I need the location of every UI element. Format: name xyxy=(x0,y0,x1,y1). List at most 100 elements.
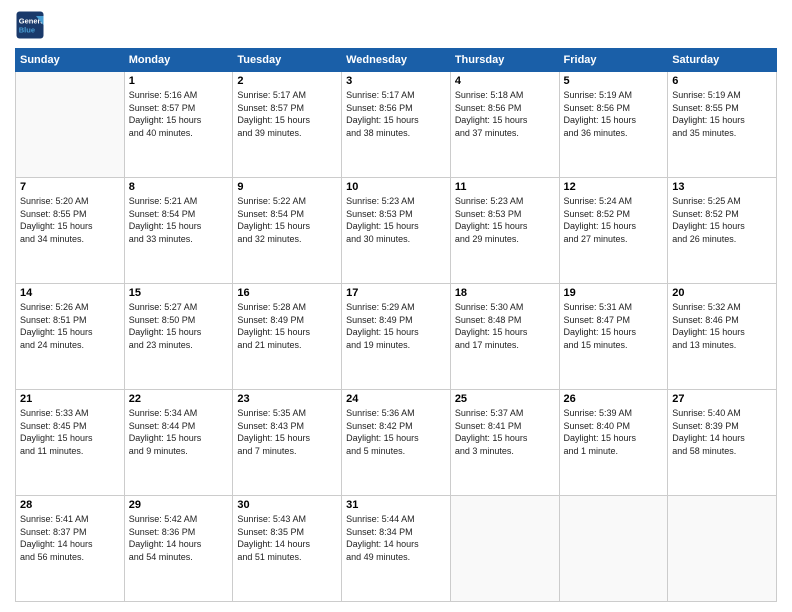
day-number: 6 xyxy=(672,75,772,87)
weekday-header-row: SundayMondayTuesdayWednesdayThursdayFrid… xyxy=(16,49,777,72)
weekday-header-monday: Monday xyxy=(124,49,233,72)
day-info: Sunrise: 5:31 AM Sunset: 8:47 PM Dayligh… xyxy=(564,301,664,351)
day-info: Sunrise: 5:17 AM Sunset: 8:56 PM Dayligh… xyxy=(346,89,446,139)
day-number: 30 xyxy=(237,499,337,511)
calendar-cell: 11 Sunrise: 5:23 AM Sunset: 8:53 PM Dayli… xyxy=(450,178,559,284)
day-number: 21 xyxy=(20,393,120,405)
day-info: Sunrise: 5:26 AM Sunset: 8:51 PM Dayligh… xyxy=(20,301,120,351)
day-info: Sunrise: 5:32 AM Sunset: 8:46 PM Dayligh… xyxy=(672,301,772,351)
day-info: Sunrise: 5:19 AM Sunset: 8:55 PM Dayligh… xyxy=(672,89,772,139)
calendar-cell: 17 Sunrise: 5:29 AM Sunset: 8:49 PM Dayli… xyxy=(342,284,451,390)
day-info: Sunrise: 5:28 AM Sunset: 8:49 PM Dayligh… xyxy=(237,301,337,351)
day-info: Sunrise: 5:23 AM Sunset: 8:53 PM Dayligh… xyxy=(455,195,555,245)
day-number: 28 xyxy=(20,499,120,511)
day-info: Sunrise: 5:16 AM Sunset: 8:57 PM Dayligh… xyxy=(129,89,229,139)
day-number: 29 xyxy=(129,499,229,511)
calendar-cell: 7Sunrise: 5:20 AM Sunset: 8:55 PM Daylig… xyxy=(16,178,125,284)
day-info: Sunrise: 5:37 AM Sunset: 8:41 PM Dayligh… xyxy=(455,407,555,457)
week-row-1: 7Sunrise: 5:20 AM Sunset: 8:55 PM Daylig… xyxy=(16,178,777,284)
calendar-cell: 27 Sunrise: 5:40 AM Sunset: 8:39 PM Dayli… xyxy=(668,390,777,496)
day-info: Sunrise: 5:21 AM Sunset: 8:54 PM Dayligh… xyxy=(129,195,229,245)
day-number: 3 xyxy=(346,75,446,87)
calendar-cell: 30 Sunrise: 5:43 AM Sunset: 8:35 PM Dayli… xyxy=(233,496,342,602)
day-info: Sunrise: 5:35 AM Sunset: 8:43 PM Dayligh… xyxy=(237,407,337,457)
calendar-cell: 19 Sunrise: 5:31 AM Sunset: 8:47 PM Dayli… xyxy=(559,284,668,390)
calendar-cell: 24 Sunrise: 5:36 AM Sunset: 8:42 PM Dayli… xyxy=(342,390,451,496)
day-number: 5 xyxy=(564,75,664,87)
week-row-3: 21 Sunrise: 5:33 AM Sunset: 8:45 PM Dayli… xyxy=(16,390,777,496)
day-number: 22 xyxy=(129,393,229,405)
calendar-cell: 1 Sunrise: 5:16 AM Sunset: 8:57 PM Daylig… xyxy=(124,72,233,178)
day-number: 19 xyxy=(564,287,664,299)
weekday-header-saturday: Saturday xyxy=(668,49,777,72)
calendar-cell: 25 Sunrise: 5:37 AM Sunset: 8:41 PM Dayli… xyxy=(450,390,559,496)
day-info: Sunrise: 5:44 AM Sunset: 8:34 PM Dayligh… xyxy=(346,513,446,563)
day-number: 24 xyxy=(346,393,446,405)
calendar-cell: 26 Sunrise: 5:39 AM Sunset: 8:40 PM Dayli… xyxy=(559,390,668,496)
calendar-cell: 6 Sunrise: 5:19 AM Sunset: 8:55 PM Daylig… xyxy=(668,72,777,178)
day-info: Sunrise: 5:25 AM Sunset: 8:52 PM Dayligh… xyxy=(672,195,772,245)
day-number: 17 xyxy=(346,287,446,299)
day-info: Sunrise: 5:17 AM Sunset: 8:57 PM Dayligh… xyxy=(237,89,337,139)
day-number: 1 xyxy=(129,75,229,87)
day-number: 8 xyxy=(129,181,229,193)
weekday-header-thursday: Thursday xyxy=(450,49,559,72)
day-number: 9 xyxy=(237,181,337,193)
day-number: 27 xyxy=(672,393,772,405)
day-info: Sunrise: 5:42 AM Sunset: 8:36 PM Dayligh… xyxy=(129,513,229,563)
day-info: Sunrise: 5:33 AM Sunset: 8:45 PM Dayligh… xyxy=(20,407,120,457)
calendar-cell: 4Sunrise: 5:18 AM Sunset: 8:56 PM Daylig… xyxy=(450,72,559,178)
calendar-page: General Blue SundayMondayTuesdayWednesda… xyxy=(0,0,792,612)
calendar-cell: 21 Sunrise: 5:33 AM Sunset: 8:45 PM Dayli… xyxy=(16,390,125,496)
calendar-cell: 5 Sunrise: 5:19 AM Sunset: 8:56 PM Daylig… xyxy=(559,72,668,178)
day-number: 15 xyxy=(129,287,229,299)
calendar-cell: 2Sunrise: 5:17 AM Sunset: 8:57 PM Daylig… xyxy=(233,72,342,178)
day-info: Sunrise: 5:27 AM Sunset: 8:50 PM Dayligh… xyxy=(129,301,229,351)
day-info: Sunrise: 5:41 AM Sunset: 8:37 PM Dayligh… xyxy=(20,513,120,563)
calendar-cell: 12 Sunrise: 5:24 AM Sunset: 8:52 PM Dayli… xyxy=(559,178,668,284)
day-number: 16 xyxy=(237,287,337,299)
calendar-cell: 31 Sunrise: 5:44 AM Sunset: 8:34 PM Dayli… xyxy=(342,496,451,602)
day-number: 26 xyxy=(564,393,664,405)
calendar-cell: 13 Sunrise: 5:25 AM Sunset: 8:52 PM Dayli… xyxy=(668,178,777,284)
day-info: Sunrise: 5:24 AM Sunset: 8:52 PM Dayligh… xyxy=(564,195,664,245)
calendar-cell: 9 Sunrise: 5:22 AM Sunset: 8:54 PM Daylig… xyxy=(233,178,342,284)
day-info: Sunrise: 5:43 AM Sunset: 8:35 PM Dayligh… xyxy=(237,513,337,563)
calendar-cell: 10Sunrise: 5:23 AM Sunset: 8:53 PM Dayli… xyxy=(342,178,451,284)
calendar-cell xyxy=(450,496,559,602)
day-info: Sunrise: 5:18 AM Sunset: 8:56 PM Dayligh… xyxy=(455,89,555,139)
day-number: 13 xyxy=(672,181,772,193)
day-info: Sunrise: 5:36 AM Sunset: 8:42 PM Dayligh… xyxy=(346,407,446,457)
calendar-cell: 20Sunrise: 5:32 AM Sunset: 8:46 PM Dayli… xyxy=(668,284,777,390)
calendar-cell: 3 Sunrise: 5:17 AM Sunset: 8:56 PM Daylig… xyxy=(342,72,451,178)
header: General Blue xyxy=(15,10,777,40)
day-number: 11 xyxy=(455,181,555,193)
day-number: 10 xyxy=(346,181,446,193)
day-number: 18 xyxy=(455,287,555,299)
weekday-header-sunday: Sunday xyxy=(16,49,125,72)
weekday-header-friday: Friday xyxy=(559,49,668,72)
calendar-cell: 16 Sunrise: 5:28 AM Sunset: 8:49 PM Dayli… xyxy=(233,284,342,390)
day-info: Sunrise: 5:39 AM Sunset: 8:40 PM Dayligh… xyxy=(564,407,664,457)
day-info: Sunrise: 5:19 AM Sunset: 8:56 PM Dayligh… xyxy=(564,89,664,139)
day-number: 23 xyxy=(237,393,337,405)
day-info: Sunrise: 5:30 AM Sunset: 8:48 PM Dayligh… xyxy=(455,301,555,351)
week-row-4: 28 Sunrise: 5:41 AM Sunset: 8:37 PM Dayli… xyxy=(16,496,777,602)
calendar-table: SundayMondayTuesdayWednesdayThursdayFrid… xyxy=(15,48,777,602)
calendar-cell xyxy=(16,72,125,178)
calendar-cell: 14 Sunrise: 5:26 AM Sunset: 8:51 PM Dayli… xyxy=(16,284,125,390)
day-number: 12 xyxy=(564,181,664,193)
day-number: 31 xyxy=(346,499,446,511)
day-info: Sunrise: 5:34 AM Sunset: 8:44 PM Dayligh… xyxy=(129,407,229,457)
svg-text:Blue: Blue xyxy=(19,26,35,35)
logo: General Blue xyxy=(15,10,45,40)
day-info: Sunrise: 5:29 AM Sunset: 8:49 PM Dayligh… xyxy=(346,301,446,351)
day-number: 14 xyxy=(20,287,120,299)
calendar-cell: 23 Sunrise: 5:35 AM Sunset: 8:43 PM Dayli… xyxy=(233,390,342,496)
calendar-cell: 8 Sunrise: 5:21 AM Sunset: 8:54 PM Daylig… xyxy=(124,178,233,284)
calendar-cell: 22 Sunrise: 5:34 AM Sunset: 8:44 PM Dayli… xyxy=(124,390,233,496)
week-row-2: 14 Sunrise: 5:26 AM Sunset: 8:51 PM Dayli… xyxy=(16,284,777,390)
day-info: Sunrise: 5:22 AM Sunset: 8:54 PM Dayligh… xyxy=(237,195,337,245)
day-number: 25 xyxy=(455,393,555,405)
day-info: Sunrise: 5:40 AM Sunset: 8:39 PM Dayligh… xyxy=(672,407,772,457)
